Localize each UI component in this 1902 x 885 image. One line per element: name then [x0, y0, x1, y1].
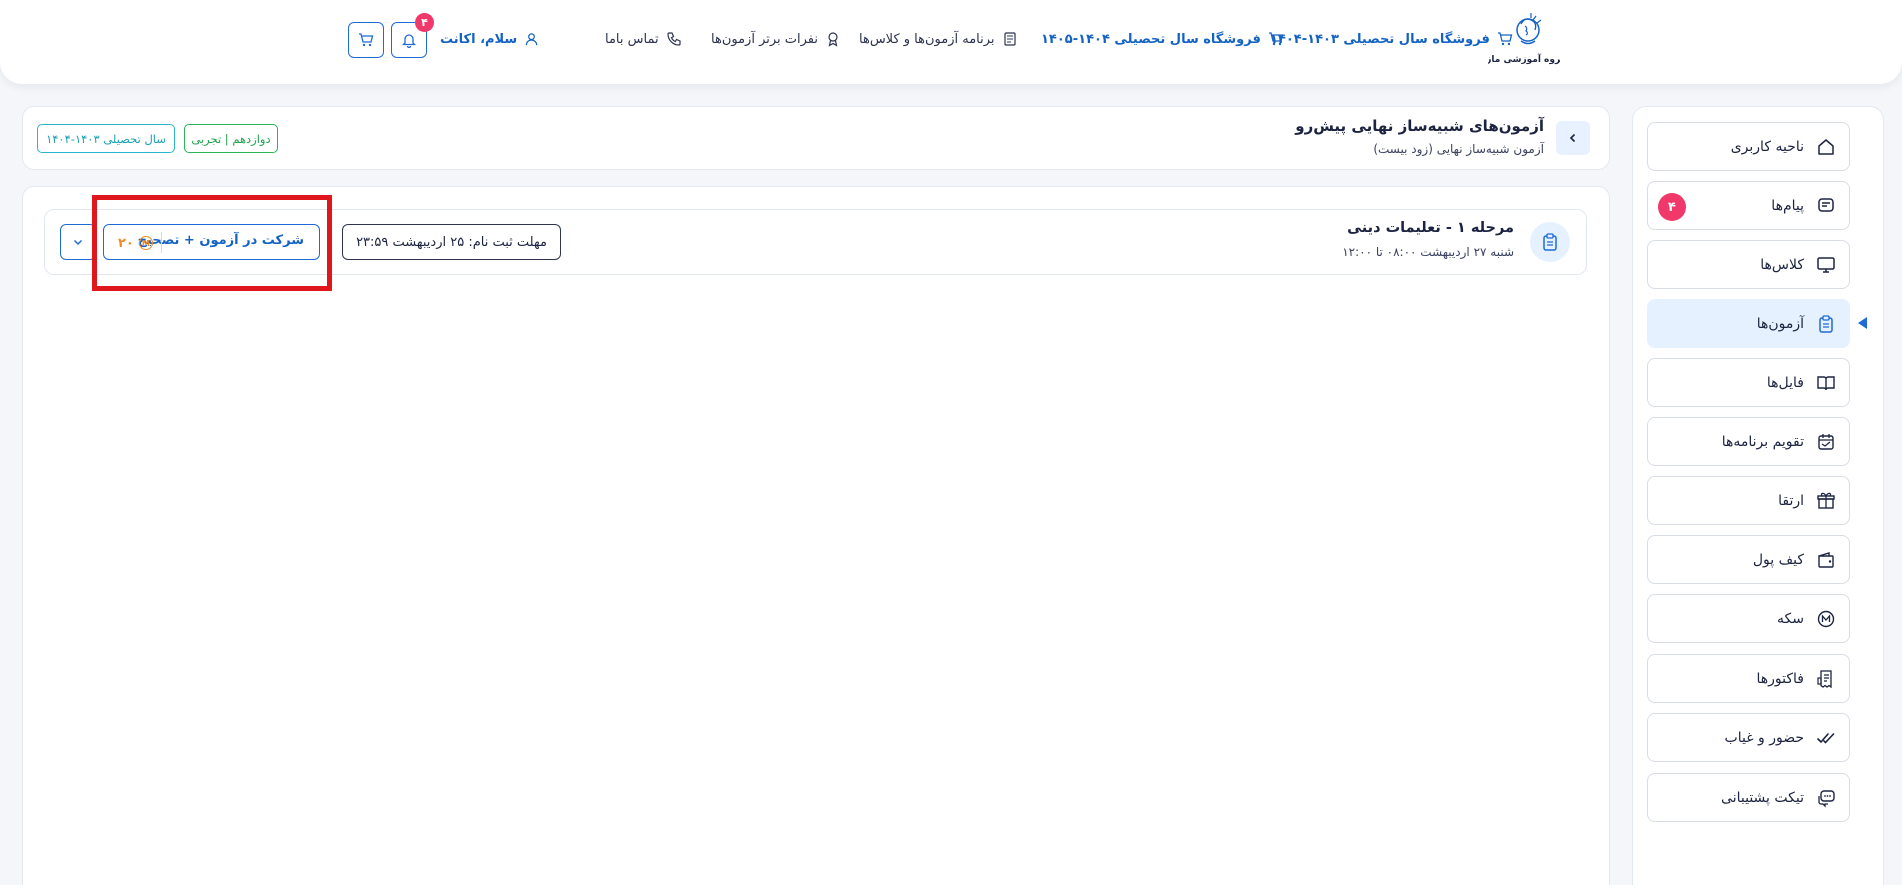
exam-clipboard-icon [1530, 222, 1570, 262]
cart-icon [1497, 32, 1513, 46]
cart-button[interactable] [348, 22, 384, 58]
user-icon [525, 32, 538, 45]
clipboard-icon [1543, 233, 1557, 251]
sidebar-item-label: حضور و غیاب [1724, 729, 1804, 746]
nav-top-students-label: نفرات برتر آزمون‌ها [711, 31, 818, 47]
registration-deadline: مهلت ثبت نام: ۲۵ اردیبهشت ۲۳:۵۹ [342, 224, 561, 260]
nav-store-1403-label: فروشگاه سال تحصیلی ۱۴۰۳-۱۴۰۴ [1270, 31, 1490, 47]
open-book-icon [1817, 375, 1835, 390]
notification-badge: ۴ [415, 13, 434, 32]
page-subtitle: آزمون شبیه‌ساز نهایی (زود بیست) [1373, 142, 1544, 156]
sidebar-item-label: آزمون‌ها [1756, 315, 1804, 332]
support-chat-icon [1818, 789, 1835, 808]
expand-button[interactable] [60, 224, 96, 260]
back-button[interactable] [1556, 121, 1590, 155]
highlight-box [92, 195, 332, 291]
nav-store-1404[interactable]: فروشگاه سال تحصیلی ۱۴۰۴-۱۴۰۵ [1041, 28, 1284, 50]
top-header: گروه آموزشی ماز فروشگاه سال تحصیلی ۱۴۰۳-… [0, 0, 1902, 84]
wallet-icon [1818, 551, 1834, 568]
sidebar-item-label: تیکت پشتیبانی [1721, 789, 1804, 806]
sidebar-item-label: ناحیه کاربری [1730, 138, 1804, 155]
page-title: آزمون‌های شبیه‌ساز نهایی پیش‌رو [1295, 117, 1544, 135]
sidebar-item-label: تقویم برنامه‌ها [1721, 433, 1804, 450]
active-indicator [1858, 317, 1867, 329]
message-icon [1818, 197, 1834, 212]
grade-tag: دوازدهم | تجربی [184, 124, 278, 153]
cart-icon [359, 33, 374, 47]
sidebar-item-label: کلاس‌ها [1760, 256, 1804, 273]
sidebar-item-files[interactable]: فایل‌ها [1647, 358, 1850, 407]
svg-text:گروه آموزشی ماز: گروه آموزشی ماز [1488, 53, 1560, 65]
sidebar-item-label: پیام‌ها [1771, 197, 1804, 214]
chevron-down-icon [73, 239, 83, 246]
account-greeting[interactable]: سلام، اکانت [440, 28, 539, 50]
nav-contact[interactable]: تماس باما [605, 28, 682, 50]
sidebar-item-label: ارتقا [1778, 492, 1804, 509]
nav-program[interactable]: برنامه آزمون‌ها و کلاس‌ها [859, 28, 1018, 50]
sidebar-item-attendance[interactable]: حضور و غیاب [1647, 713, 1850, 762]
sidebar-item-support[interactable]: تیکت پشتیبانی [1647, 773, 1850, 822]
greeting-label: سلام، اکانت [440, 31, 518, 47]
clipboard-icon [1819, 314, 1833, 333]
award-icon [828, 32, 838, 47]
sidebar-item-label: فاکتورها [1756, 670, 1805, 687]
sidebar-item-exams[interactable]: آزمون‌ها [1647, 299, 1850, 348]
sidebar-item-coin[interactable]: سکه [1647, 594, 1850, 643]
phone-icon [667, 32, 681, 46]
sidebar-item-label: سکه [1777, 610, 1804, 627]
nav-top-students[interactable]: نفرات برتر آزمون‌ها [711, 28, 841, 50]
cart-icon [1268, 32, 1284, 46]
sidebar-item-messages[interactable]: پیام‌ها ۴ [1647, 181, 1850, 230]
calendar-icon [1818, 433, 1834, 450]
sidebar-item-upgrade[interactable]: ارتقا [1647, 476, 1850, 525]
exam-title: مرحله ۱ - تعلیمات دینی [1347, 220, 1514, 236]
sidebar-item-calendar[interactable]: تقویم برنامه‌ها [1647, 417, 1850, 466]
monitor-icon [1817, 256, 1835, 273]
sidebar-item-label: کیف پول [1752, 551, 1804, 568]
nav-program-label: برنامه آزمون‌ها و کلاس‌ها [859, 31, 995, 47]
sidebar-item-label: فایل‌ها [1766, 374, 1804, 391]
sidebar-item-dashboard[interactable]: ناحیه کاربری [1647, 122, 1850, 171]
exam-date: شنبه ۲۷ اردیبهشت ۰۸:۰۰ تا ۱۲:۰۰ [1342, 245, 1514, 259]
coin-icon [1817, 610, 1835, 627]
nav-store-1403[interactable]: فروشگاه سال تحصیلی ۱۴۰۳-۱۴۰۴ [1270, 28, 1513, 50]
chevron-left-icon [1569, 133, 1576, 143]
year-tag: سال تحصیلی ۱۴۰۳-۱۴۰۴ [37, 124, 175, 153]
sidebar-item-wallet[interactable]: کیف پول [1647, 535, 1850, 584]
sidebar-item-invoices[interactable]: فاکتورها [1647, 654, 1850, 703]
nav-store-1404-label: فروشگاه سال تحصیلی ۱۴۰۴-۱۴۰۵ [1041, 31, 1261, 47]
home-icon [1818, 138, 1834, 155]
double-check-icon [1817, 732, 1835, 744]
invoice-icon [1817, 669, 1832, 688]
bell-icon [401, 34, 417, 48]
gift-icon [1817, 492, 1835, 509]
book-icon [1003, 32, 1016, 46]
nav-contact-label: تماس باما [605, 31, 659, 47]
messages-badge: ۴ [1658, 193, 1686, 221]
sidebar-item-classes[interactable]: کلاس‌ها [1647, 240, 1850, 289]
